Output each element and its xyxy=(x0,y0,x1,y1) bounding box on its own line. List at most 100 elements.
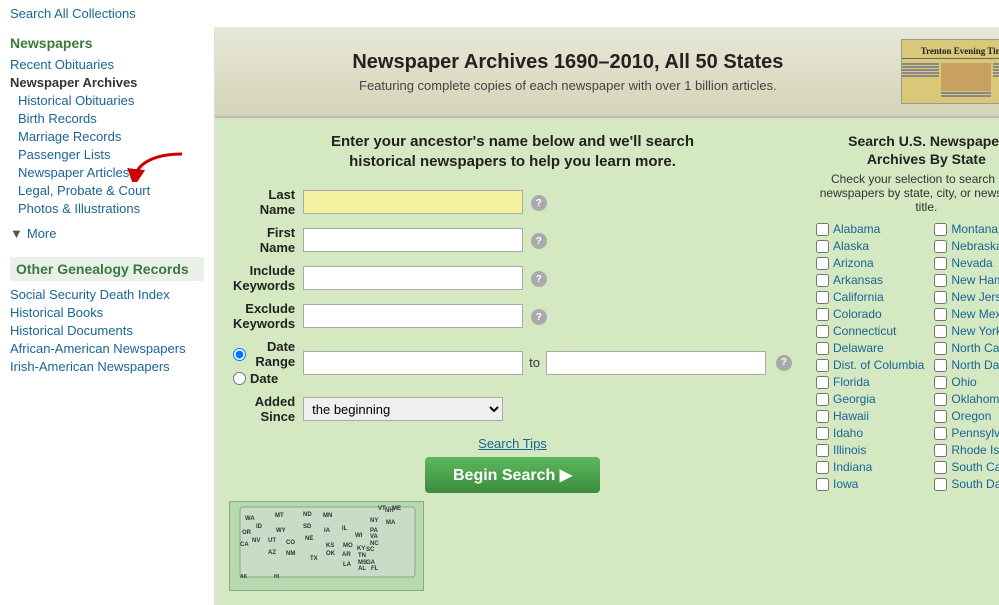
search-tips-link[interactable]: Search Tips xyxy=(478,436,547,451)
state-link-arizona[interactable]: Arizona xyxy=(833,256,874,270)
state-link-new-hampshire[interactable]: New Hampshire xyxy=(951,273,999,287)
added-since-select[interactable]: the beginning last week last month last … xyxy=(303,397,503,421)
state-checkbox-colorado[interactable] xyxy=(816,308,829,321)
state-checkbox-florida[interactable] xyxy=(816,376,829,389)
exclude-help-icon[interactable]: ? xyxy=(531,309,547,325)
social-security-link[interactable]: Social Security Death Index xyxy=(10,287,170,302)
state-checkbox-ohio[interactable] xyxy=(934,376,947,389)
newspaper-articles-link[interactable]: Newspaper Articles xyxy=(18,165,129,180)
state-link-idaho[interactable]: Idaho xyxy=(833,426,863,440)
state-link-rhode-island[interactable]: Rhode Island xyxy=(951,443,999,457)
state-link-nevada[interactable]: Nevada xyxy=(951,256,992,270)
keywords-help-icon[interactable]: ? xyxy=(531,271,547,287)
heading-line2: historical newspapers to help you learn … xyxy=(349,153,676,170)
date-to-input[interactable] xyxy=(546,351,766,375)
state-link-illinois[interactable]: Illinois xyxy=(833,443,866,457)
state-checkbox-idaho[interactable] xyxy=(816,427,829,440)
state-checkbox-indiana[interactable] xyxy=(816,461,829,474)
state-checkbox-alabama[interactable] xyxy=(816,223,829,236)
state-checkbox-arizona[interactable] xyxy=(816,257,829,270)
state-link-georgia[interactable]: Georgia xyxy=(833,392,876,406)
state-checkbox-north-dakota[interactable] xyxy=(934,359,947,372)
more-button[interactable]: ▼ More xyxy=(10,226,204,241)
historical-books-link[interactable]: Historical Books xyxy=(10,305,103,320)
state-link-montana[interactable]: Montana xyxy=(951,222,998,236)
keywords-input[interactable] xyxy=(303,266,523,290)
historical-obituaries-link[interactable]: Historical Obituaries xyxy=(18,93,134,108)
state-checkbox-rhode-island[interactable] xyxy=(934,444,947,457)
date-from-input[interactable] xyxy=(303,351,523,375)
photos-illustrations-link[interactable]: Photos & Illustrations xyxy=(18,201,140,216)
state-link-alabama[interactable]: Alabama xyxy=(833,222,880,236)
state-checkbox-south-dakota[interactable] xyxy=(934,478,947,491)
state-link-north-carolina[interactable]: North Carolina xyxy=(951,341,999,355)
state-link-new-mexico[interactable]: New Mexico xyxy=(951,307,999,321)
state-checkbox-new-mexico[interactable] xyxy=(934,308,947,321)
state-link-dist.-of-columbia[interactable]: Dist. of Columbia xyxy=(833,358,924,372)
list-item: Photos & Illustrations xyxy=(10,201,204,216)
state-link-hawaii[interactable]: Hawaii xyxy=(833,409,869,423)
state-link-new-york[interactable]: New York xyxy=(951,324,999,338)
state-checkbox-hawaii[interactable] xyxy=(816,410,829,423)
exclude-input[interactable] xyxy=(303,304,523,328)
state-link-pennsylvania[interactable]: Pennsylvania xyxy=(951,426,999,440)
first-name-input[interactable] xyxy=(303,228,523,252)
state-checkbox-arkansas[interactable] xyxy=(816,274,829,287)
african-american-newspapers-link[interactable]: African-American Newspapers xyxy=(10,341,186,356)
date-radio-label[interactable]: Date xyxy=(233,371,295,386)
state-checkbox-oregon[interactable] xyxy=(934,410,947,423)
state-checkbox-iowa[interactable] xyxy=(816,478,829,491)
state-link-oklahoma[interactable]: Oklahoma xyxy=(951,392,999,406)
historical-documents-link[interactable]: Historical Documents xyxy=(10,323,133,338)
state-link-north-dakota[interactable]: North Dakota xyxy=(951,358,999,372)
irish-american-newspapers-link[interactable]: Irish-American Newspapers xyxy=(10,359,170,374)
state-link-ohio[interactable]: Ohio xyxy=(951,375,976,389)
state-link-delaware[interactable]: Delaware xyxy=(833,341,884,355)
state-checkbox-pennsylvania[interactable] xyxy=(934,427,947,440)
marriage-records-link[interactable]: Marriage Records xyxy=(18,129,121,144)
search-all-collections-link[interactable]: Search All Collections xyxy=(10,6,136,21)
state-link-connecticut[interactable]: Connecticut xyxy=(833,324,896,338)
birth-records-link[interactable]: Birth Records xyxy=(18,111,97,126)
passenger-lists-link[interactable]: Passenger Lists xyxy=(18,147,111,162)
state-link-florida[interactable]: Florida xyxy=(833,375,870,389)
state-checkbox-new-york[interactable] xyxy=(934,325,947,338)
state-checkbox-oklahoma[interactable] xyxy=(934,393,947,406)
state-checkbox-california[interactable] xyxy=(816,291,829,304)
date-range-radio-label[interactable]: Date Range xyxy=(233,339,295,369)
date-range-radio[interactable] xyxy=(233,348,246,361)
state-checkbox-new-jersey[interactable] xyxy=(934,291,947,304)
state-checkbox-north-carolina[interactable] xyxy=(934,342,947,355)
last-name-help-icon[interactable]: ? xyxy=(531,195,547,211)
state-checkbox-alaska[interactable] xyxy=(816,240,829,253)
state-checkbox-delaware[interactable] xyxy=(816,342,829,355)
state-link-indiana[interactable]: Indiana xyxy=(833,460,872,474)
state-link-south-carolina[interactable]: South Carolina xyxy=(951,460,999,474)
state-checkbox-georgia[interactable] xyxy=(816,393,829,406)
state-link-arkansas[interactable]: Arkansas xyxy=(833,273,883,287)
state-link-california[interactable]: California xyxy=(833,290,884,304)
state-checkbox-connecticut[interactable] xyxy=(816,325,829,338)
state-link-alaska[interactable]: Alaska xyxy=(833,239,869,253)
state-link-nebraska[interactable]: Nebraska xyxy=(951,239,999,253)
recent-obituaries-link[interactable]: Recent Obituaries xyxy=(10,57,114,72)
state-checkbox-new-hampshire[interactable] xyxy=(934,274,947,287)
first-name-help-icon[interactable]: ? xyxy=(531,233,547,249)
begin-search-button[interactable]: Begin Search ▶ xyxy=(425,457,600,493)
legal-probate-court-link[interactable]: Legal, Probate & Court xyxy=(18,183,150,198)
last-name-input[interactable] xyxy=(303,190,523,214)
state-checkbox-nevada[interactable] xyxy=(934,257,947,270)
state-checkbox-illinois[interactable] xyxy=(816,444,829,457)
state-checkbox-dist.-of-columbia[interactable] xyxy=(816,359,829,372)
state-link-new-jersey[interactable]: New Jersey xyxy=(951,290,999,304)
date-help-icon[interactable]: ? xyxy=(776,355,792,371)
state-link-south-dakota[interactable]: South Dakota xyxy=(951,477,999,491)
state-link-colorado[interactable]: Colorado xyxy=(833,307,882,321)
state-checkbox-south-carolina[interactable] xyxy=(934,461,947,474)
state-checkbox-montana[interactable] xyxy=(934,223,947,236)
keywords-cell: ? xyxy=(299,259,796,297)
state-link-iowa[interactable]: Iowa xyxy=(833,477,858,491)
date-radio[interactable] xyxy=(233,372,246,385)
state-link-oregon[interactable]: Oregon xyxy=(951,409,991,423)
state-checkbox-nebraska[interactable] xyxy=(934,240,947,253)
